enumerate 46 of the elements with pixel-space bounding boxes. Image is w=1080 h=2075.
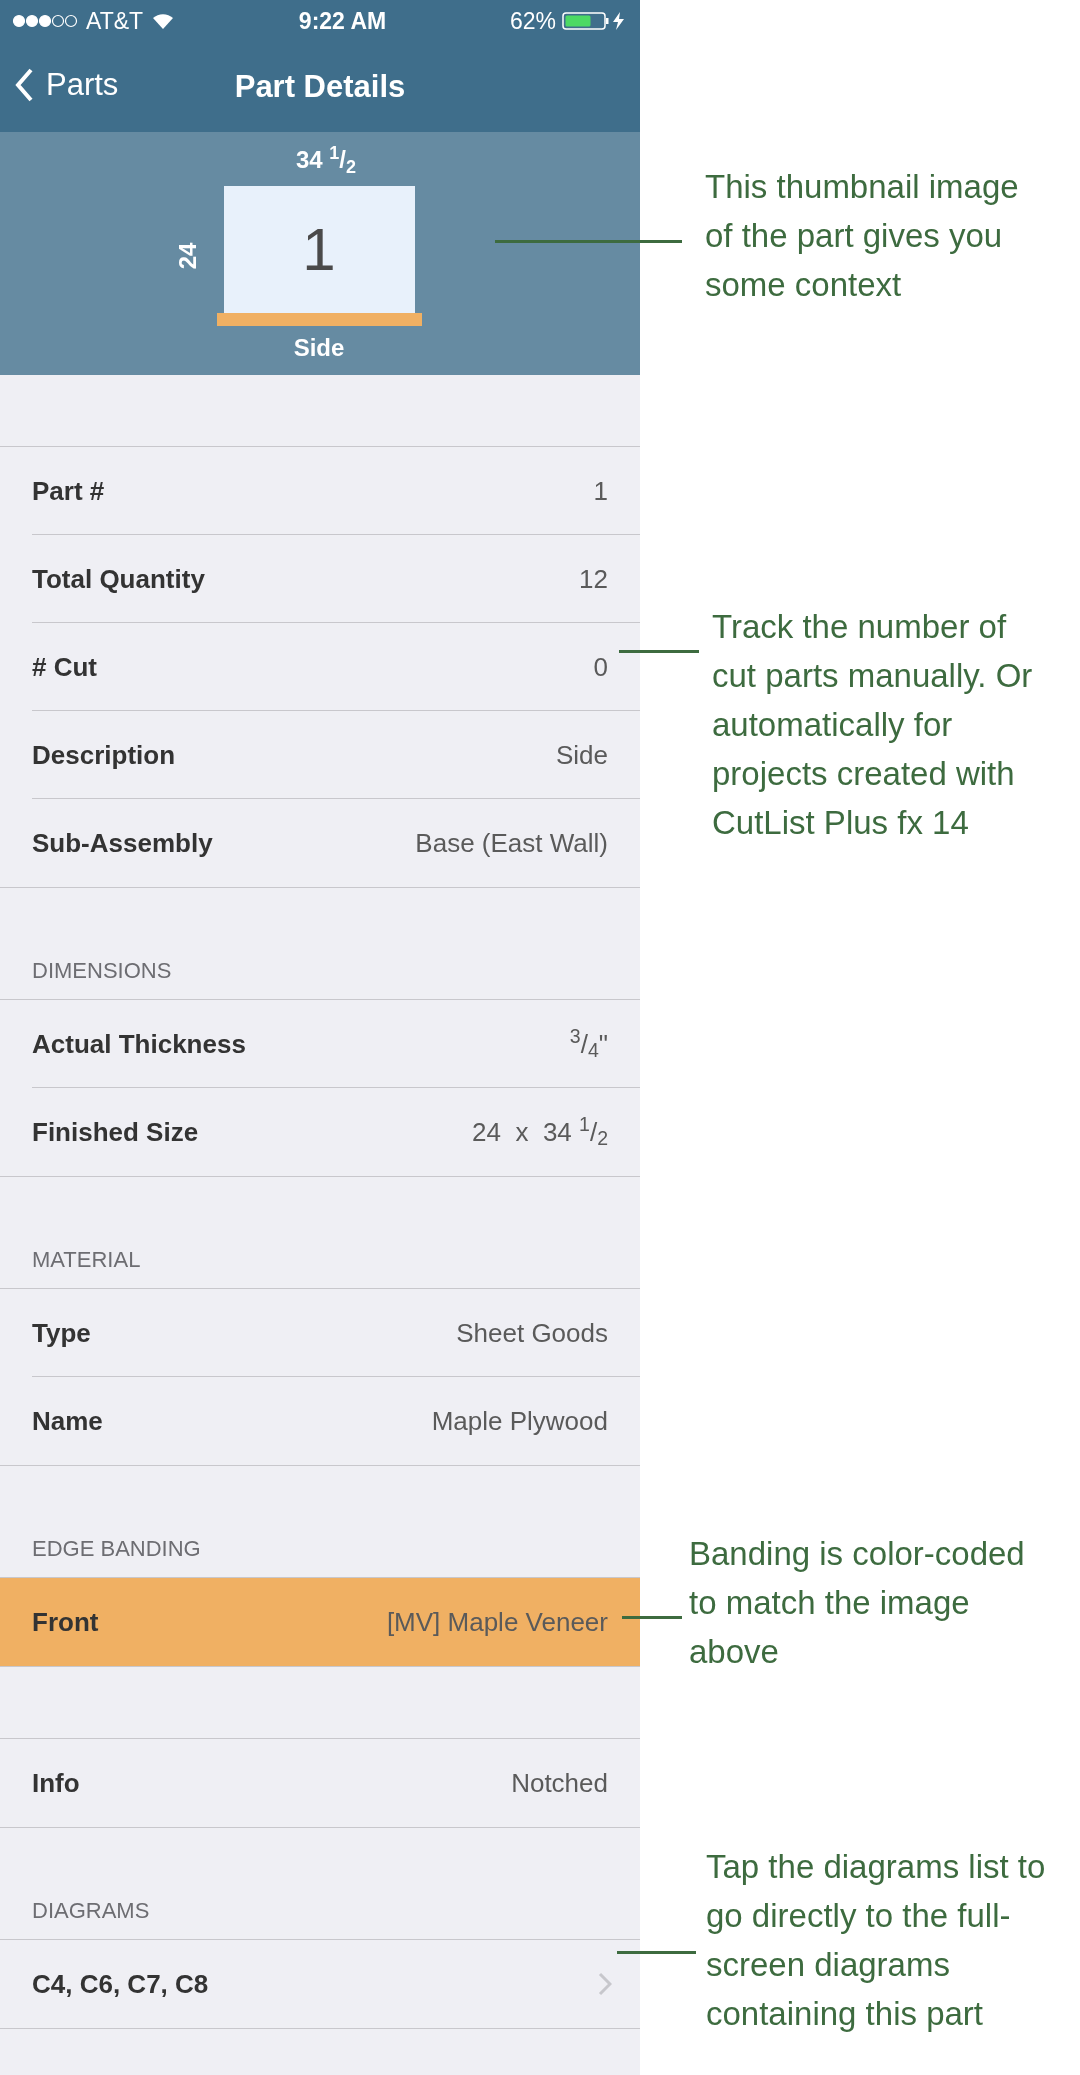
section-header: EDGE BANDING [32, 1535, 201, 1563]
row-label: C4, C6, C7, C8 [32, 1967, 209, 2001]
row-label: Info [32, 1766, 80, 1800]
signal-icon [12, 14, 78, 28]
row-label: Actual Thickness [32, 1027, 246, 1061]
row-label: Total Quantity [32, 562, 205, 596]
battery-percent: 62% [509, 6, 556, 36]
wifi-icon [151, 12, 176, 30]
chevron-icon [598, 1972, 612, 1996]
row-value: Side [555, 738, 608, 772]
back-chevron-icon [14, 67, 34, 104]
row-value: Maple Plywood [431, 1404, 608, 1438]
row-value: 12 [579, 562, 608, 596]
row-label: Front [32, 1605, 99, 1639]
height-dimension: 24 [172, 241, 202, 271]
row-label: Sub-Assembly [32, 826, 213, 860]
row-value: Notched [511, 1766, 608, 1800]
row-label: Part # [32, 474, 105, 508]
carrier-name: AT&T [86, 6, 144, 36]
status-time: 9:22 AM [298, 6, 387, 36]
row-value: 1 [593, 474, 608, 508]
width-dimension: 34 $^{1}$/$_{2}$ [295, 142, 357, 178]
row-value: $^{3}$/$_{4}$" [569, 1024, 608, 1064]
annotation-text: Track the number of cut parts manually. Or automatically for projects created with CutList Plus fx 14 [712, 607, 1034, 843]
leader-line [622, 1616, 682, 1619]
row-value: Sheet Goods [456, 1316, 608, 1350]
row-label: Finished Size [32, 1115, 199, 1149]
row-label: Name [32, 1404, 103, 1438]
annotation-text: Tap the diagrams list to go directly to the full-screen diagrams containing this part [706, 1847, 1047, 2034]
row-label: Description [32, 738, 176, 772]
row-label: Type [32, 1316, 91, 1350]
annotation-text: This thumbnail image of the part gives you some context [705, 167, 1020, 305]
section-header: DIAGRAMS [32, 1897, 150, 1925]
row-value: [MV] Maple Veneer [386, 1605, 608, 1639]
row-label: # Cut [32, 650, 97, 684]
part-number: 1 [302, 214, 336, 285]
diagrams-row[interactable]: C4, C6, C7, C8 [0, 1940, 640, 2028]
section-header: MATERIAL [32, 1246, 141, 1274]
part-name: Side [293, 333, 345, 363]
section-header: DIMENSIONS [32, 957, 172, 985]
annotation-text: Banding is color-coded to match the image above [689, 1534, 1026, 1672]
row-value: Base (East Wall) [415, 826, 608, 860]
back-button[interactable]: Parts [14, 62, 119, 109]
row-value: 0 [593, 650, 608, 684]
row-value: 24 x 34 $^{1}$/$_{2}$ [472, 1112, 608, 1152]
screen-title: Part Details [234, 67, 406, 106]
